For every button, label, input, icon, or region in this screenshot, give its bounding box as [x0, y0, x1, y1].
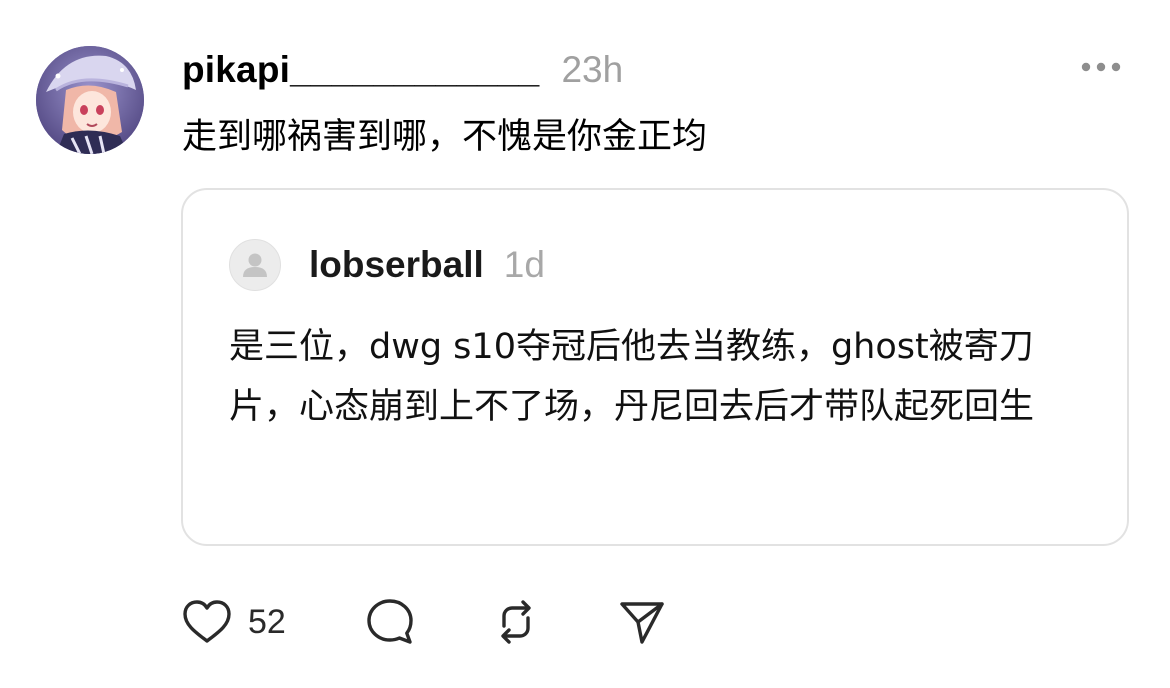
author-username[interactable]: pikapi____________: [182, 49, 539, 91]
default-user-icon: [243, 253, 267, 277]
post-header: pikapi____________ 23h: [182, 42, 623, 98]
quoted-post-card[interactable]: lobserball 1d 是三位，dwg s10夺冠后他去当教练，ghost被…: [181, 188, 1129, 546]
quoted-post-timestamp: 1d: [503, 244, 545, 285]
like-count: 52: [248, 602, 286, 641]
quoted-author-username[interactable]: lobserball: [309, 244, 484, 286]
ellipsis-icon: [1081, 62, 1121, 72]
post-action-bar: 52: [180, 594, 700, 650]
comment-bubble-icon: [367, 599, 413, 644]
reply-button[interactable]: [364, 594, 416, 650]
quoted-post-text: 是三位，dwg s10夺冠后他去当教练，ghost被寄刀片，心态崩到上不了场，丹…: [229, 327, 1035, 427]
post-timestamp: 23h: [561, 49, 624, 90]
like-button[interactable]: 52: [180, 594, 286, 650]
anime-character-avatar-image: [36, 46, 144, 154]
post-text: 走到哪祸害到哪，不愧是你金正均: [182, 117, 708, 157]
more-options-button[interactable]: [1076, 52, 1126, 82]
share-button[interactable]: [616, 594, 668, 650]
repost-icon: [501, 600, 531, 644]
quoted-post-header: lobserball 1d: [309, 240, 545, 290]
heart-icon: [183, 600, 231, 643]
send-icon: [620, 602, 664, 644]
author-avatar[interactable]: [36, 46, 144, 154]
quoted-author-avatar[interactable]: [229, 239, 281, 291]
repost-button[interactable]: [490, 594, 542, 650]
